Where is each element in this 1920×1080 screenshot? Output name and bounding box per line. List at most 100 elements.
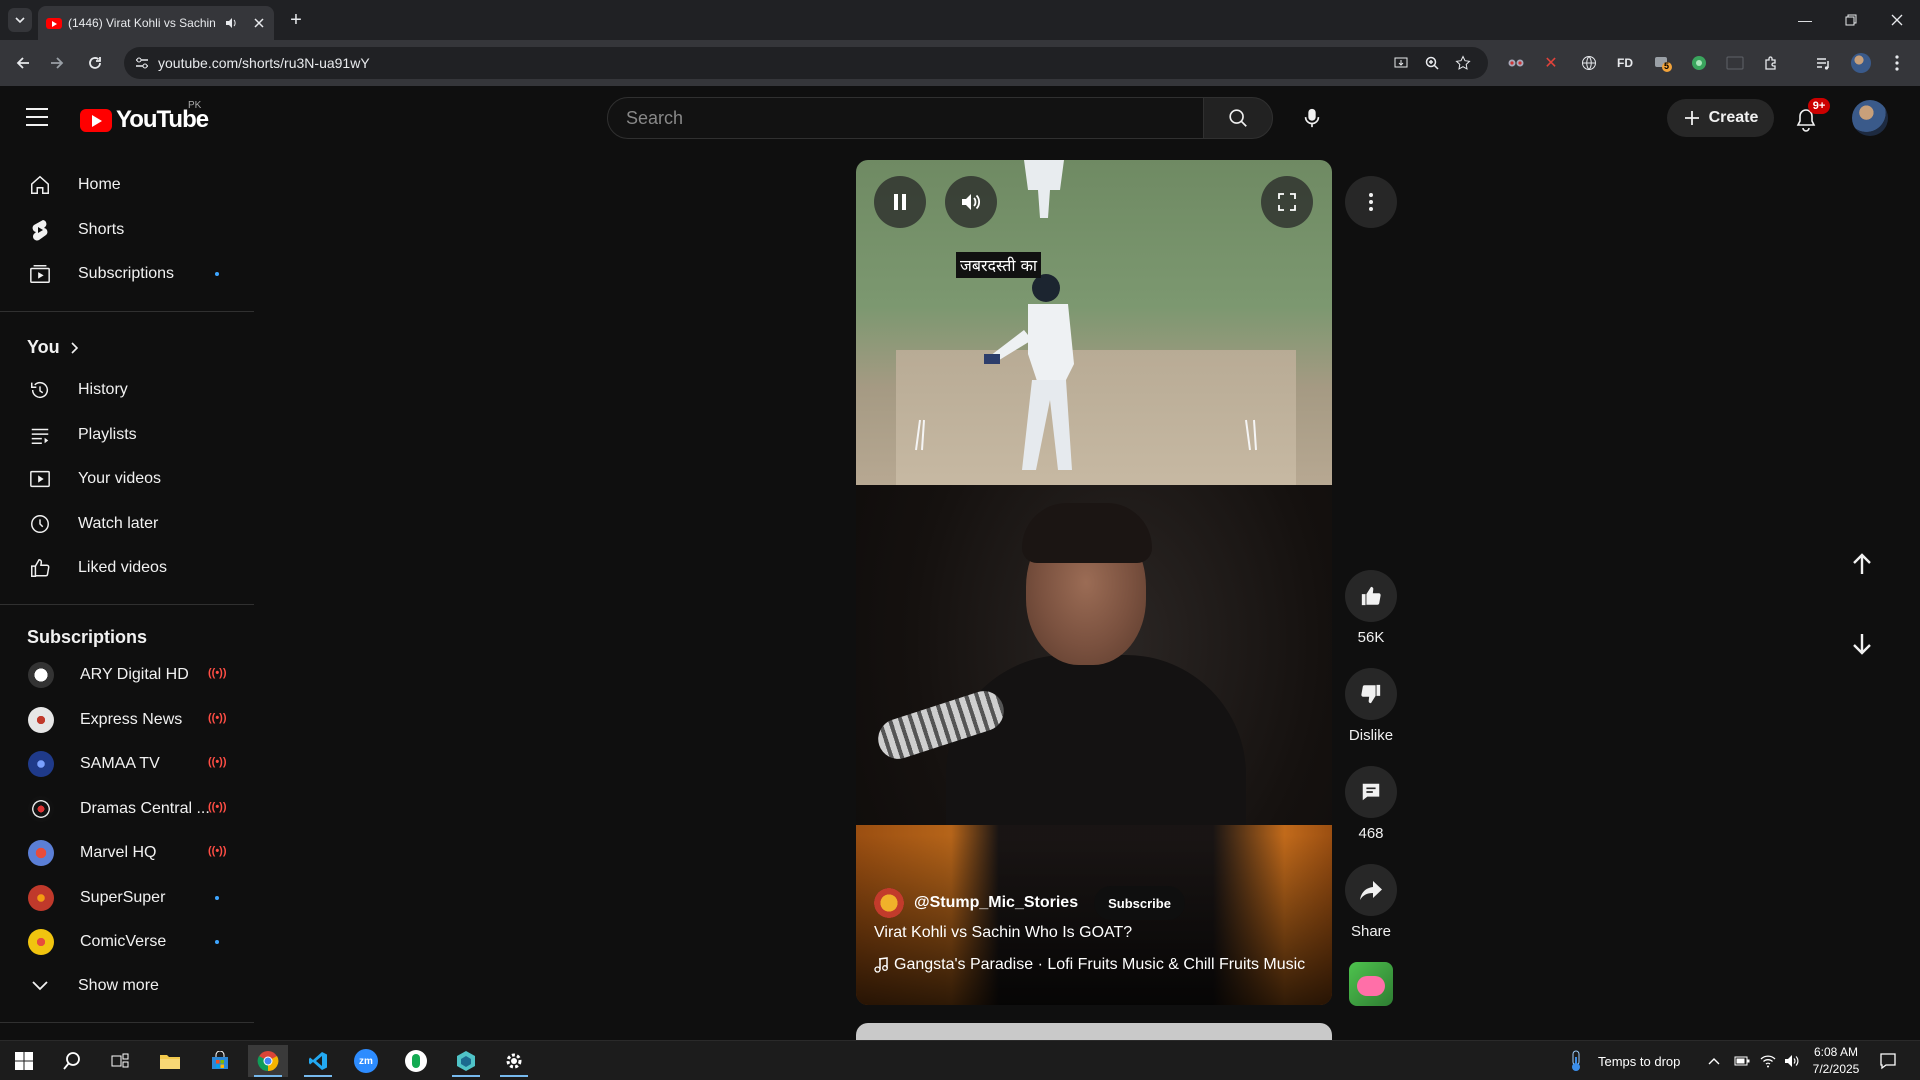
search-button[interactable]: [1203, 97, 1273, 139]
windows-start-icon[interactable]: [4, 1045, 44, 1077]
subscribe-button[interactable]: Subscribe: [1094, 886, 1185, 920]
browser-menu-icon[interactable]: [1886, 52, 1908, 74]
channel-name: Express News: [80, 711, 183, 728]
menu-icon[interactable]: [26, 108, 48, 126]
subscription-channel[interactable]: ComicVerse: [12, 922, 240, 962]
minimize-window-icon[interactable]: —: [1782, 0, 1828, 40]
settings-taskbar-icon[interactable]: [494, 1045, 534, 1077]
channel-avatar: [28, 751, 54, 777]
subscription-channel[interactable]: ARY Digital HD ((•)): [12, 655, 240, 695]
zoom-icon[interactable]: [1423, 54, 1441, 72]
extension-glasses-icon[interactable]: [1505, 52, 1527, 74]
short-title[interactable]: Virat Kohli vs Sachin Who Is GOAT?: [874, 924, 1132, 942]
dislike-button[interactable]: [1345, 668, 1397, 720]
extension-badge-icon[interactable]: 5: [1652, 52, 1674, 74]
new-content-dot: [215, 940, 219, 944]
media-controls-icon[interactable]: [1812, 52, 1834, 74]
bookmark-star-icon[interactable]: [1454, 54, 1472, 72]
extension-cast-icon[interactable]: [1724, 52, 1746, 74]
chrome-taskbar-icon[interactable]: [248, 1045, 288, 1077]
url-text: youtube.com/shorts/ru3N-ua91wY: [158, 55, 370, 71]
search-input[interactable]: [626, 107, 1203, 129]
install-app-icon[interactable]: [1392, 54, 1410, 72]
windows-taskbar: zm Temps to drop 6:08 AM 7/2/2025: [0, 1040, 1920, 1080]
subscription-channel[interactable]: Marvel HQ ((•)): [12, 833, 240, 873]
new-tab-button[interactable]: +: [284, 8, 308, 32]
profile-avatar-icon[interactable]: [1850, 52, 1872, 74]
browser-tab-active[interactable]: (1446) Virat Kohli vs Sachin: [38, 6, 274, 40]
address-bar[interactable]: youtube.com/shorts/ru3N-ua91wY: [124, 47, 1488, 79]
sidebar-item-playlists[interactable]: Playlists: [12, 415, 240, 455]
music-link[interactable]: Gangsta's Paradise · Lofi Fruits Music &…: [874, 956, 1305, 974]
sidebar: Home Shorts Subscriptions You History Pl…: [0, 150, 254, 1024]
account-avatar[interactable]: [1852, 100, 1888, 136]
fullscreen-button[interactable]: [1261, 176, 1313, 228]
audio-playing-icon[interactable]: [224, 16, 238, 30]
extension-globe-icon[interactable]: [1578, 52, 1600, 74]
next-short-button[interactable]: [1838, 620, 1886, 668]
forward-icon[interactable]: [44, 50, 70, 76]
site-info-icon[interactable]: [134, 55, 150, 71]
sidebar-item-shorts[interactable]: Shorts: [12, 210, 240, 250]
extensions-puzzle-icon[interactable]: [1760, 52, 1782, 74]
tab-search-button[interactable]: [8, 8, 32, 32]
sidebar-item-liked-videos[interactable]: Liked videos: [12, 548, 240, 588]
back-icon[interactable]: [10, 50, 36, 76]
pause-button[interactable]: [874, 176, 926, 228]
channel-avatar[interactable]: [874, 888, 904, 918]
youtube-play-icon: [80, 108, 112, 132]
channel-handle[interactable]: @Stump_Mic_Stories: [914, 894, 1078, 912]
vscode-taskbar-icon[interactable]: [298, 1045, 338, 1077]
task-view-icon[interactable]: [100, 1045, 140, 1077]
speaker-volume-icon[interactable]: [1778, 1045, 1806, 1077]
channel-name: SAMAA TV: [80, 755, 160, 772]
voice-search-button[interactable]: [1292, 98, 1332, 138]
volume-button[interactable]: [945, 176, 997, 228]
you-section-heading[interactable]: You: [27, 337, 80, 358]
shorts-player[interactable]: जबरदस्ती का @Stump_Mic_Stories Subscribe…: [856, 160, 1332, 1005]
extension-fd-icon[interactable]: FD: [1614, 52, 1636, 74]
thumbs-down-icon: [1361, 684, 1381, 704]
create-button[interactable]: Create: [1667, 99, 1774, 137]
taskbar-search-icon[interactable]: [52, 1045, 92, 1077]
dev-app-taskbar-icon[interactable]: [446, 1045, 486, 1077]
zoom-taskbar-icon[interactable]: zm: [346, 1045, 386, 1077]
app-taskbar-icon[interactable]: [396, 1045, 436, 1077]
subscription-channel[interactable]: SAMAA TV ((•)): [12, 744, 240, 784]
reload-icon[interactable]: [82, 50, 108, 76]
close-tab-icon[interactable]: [252, 16, 266, 30]
more-options-button[interactable]: [1345, 176, 1397, 228]
share-button[interactable]: [1345, 864, 1397, 916]
subscription-channel[interactable]: SuperSuper: [12, 878, 240, 918]
battery-icon[interactable]: [1728, 1045, 1756, 1077]
microsoft-store-icon[interactable]: [200, 1045, 240, 1077]
tray-chevron-up-icon[interactable]: [1700, 1045, 1728, 1077]
sound-thumbnail[interactable]: [1349, 962, 1393, 1006]
sidebar-item-history[interactable]: History: [12, 370, 240, 410]
like-button[interactable]: [1345, 570, 1397, 622]
restore-window-icon[interactable]: [1828, 0, 1874, 40]
sidebar-item-subscriptions[interactable]: Subscriptions: [12, 254, 240, 294]
subscription-channel[interactable]: Express News ((•)): [12, 700, 240, 740]
subscription-channel[interactable]: Dramas Central ... ((•)): [12, 789, 240, 829]
close-window-icon[interactable]: [1874, 0, 1920, 40]
live-indicator-icon: ((•)): [208, 712, 227, 724]
file-explorer-icon[interactable]: [150, 1045, 190, 1077]
more-vert-icon: [1369, 193, 1373, 211]
extension-x-icon[interactable]: ✕: [1540, 52, 1562, 74]
extension-green-icon[interactable]: [1688, 52, 1710, 74]
sidebar-item-watch-later[interactable]: Watch later: [12, 504, 240, 544]
sidebar-item-home[interactable]: Home: [12, 165, 240, 205]
show-more-label: Show more: [78, 977, 159, 994]
show-more-button[interactable]: Show more: [12, 966, 240, 1006]
system-clock[interactable]: 6:08 AM 7/2/2025: [1808, 1044, 1864, 1078]
music-note-icon: [874, 957, 888, 973]
notification-center-icon[interactable]: [1868, 1045, 1908, 1077]
sidebar-item-your-videos[interactable]: Your videos: [12, 459, 240, 499]
new-content-dot: [215, 896, 219, 900]
youtube-logo[interactable]: YouTube PK: [80, 100, 209, 134]
previous-short-button[interactable]: [1838, 540, 1886, 588]
comments-button[interactable]: [1345, 766, 1397, 818]
weather-thermometer-icon[interactable]: [1556, 1045, 1596, 1077]
weather-text[interactable]: Temps to drop: [1598, 1041, 1680, 1080]
